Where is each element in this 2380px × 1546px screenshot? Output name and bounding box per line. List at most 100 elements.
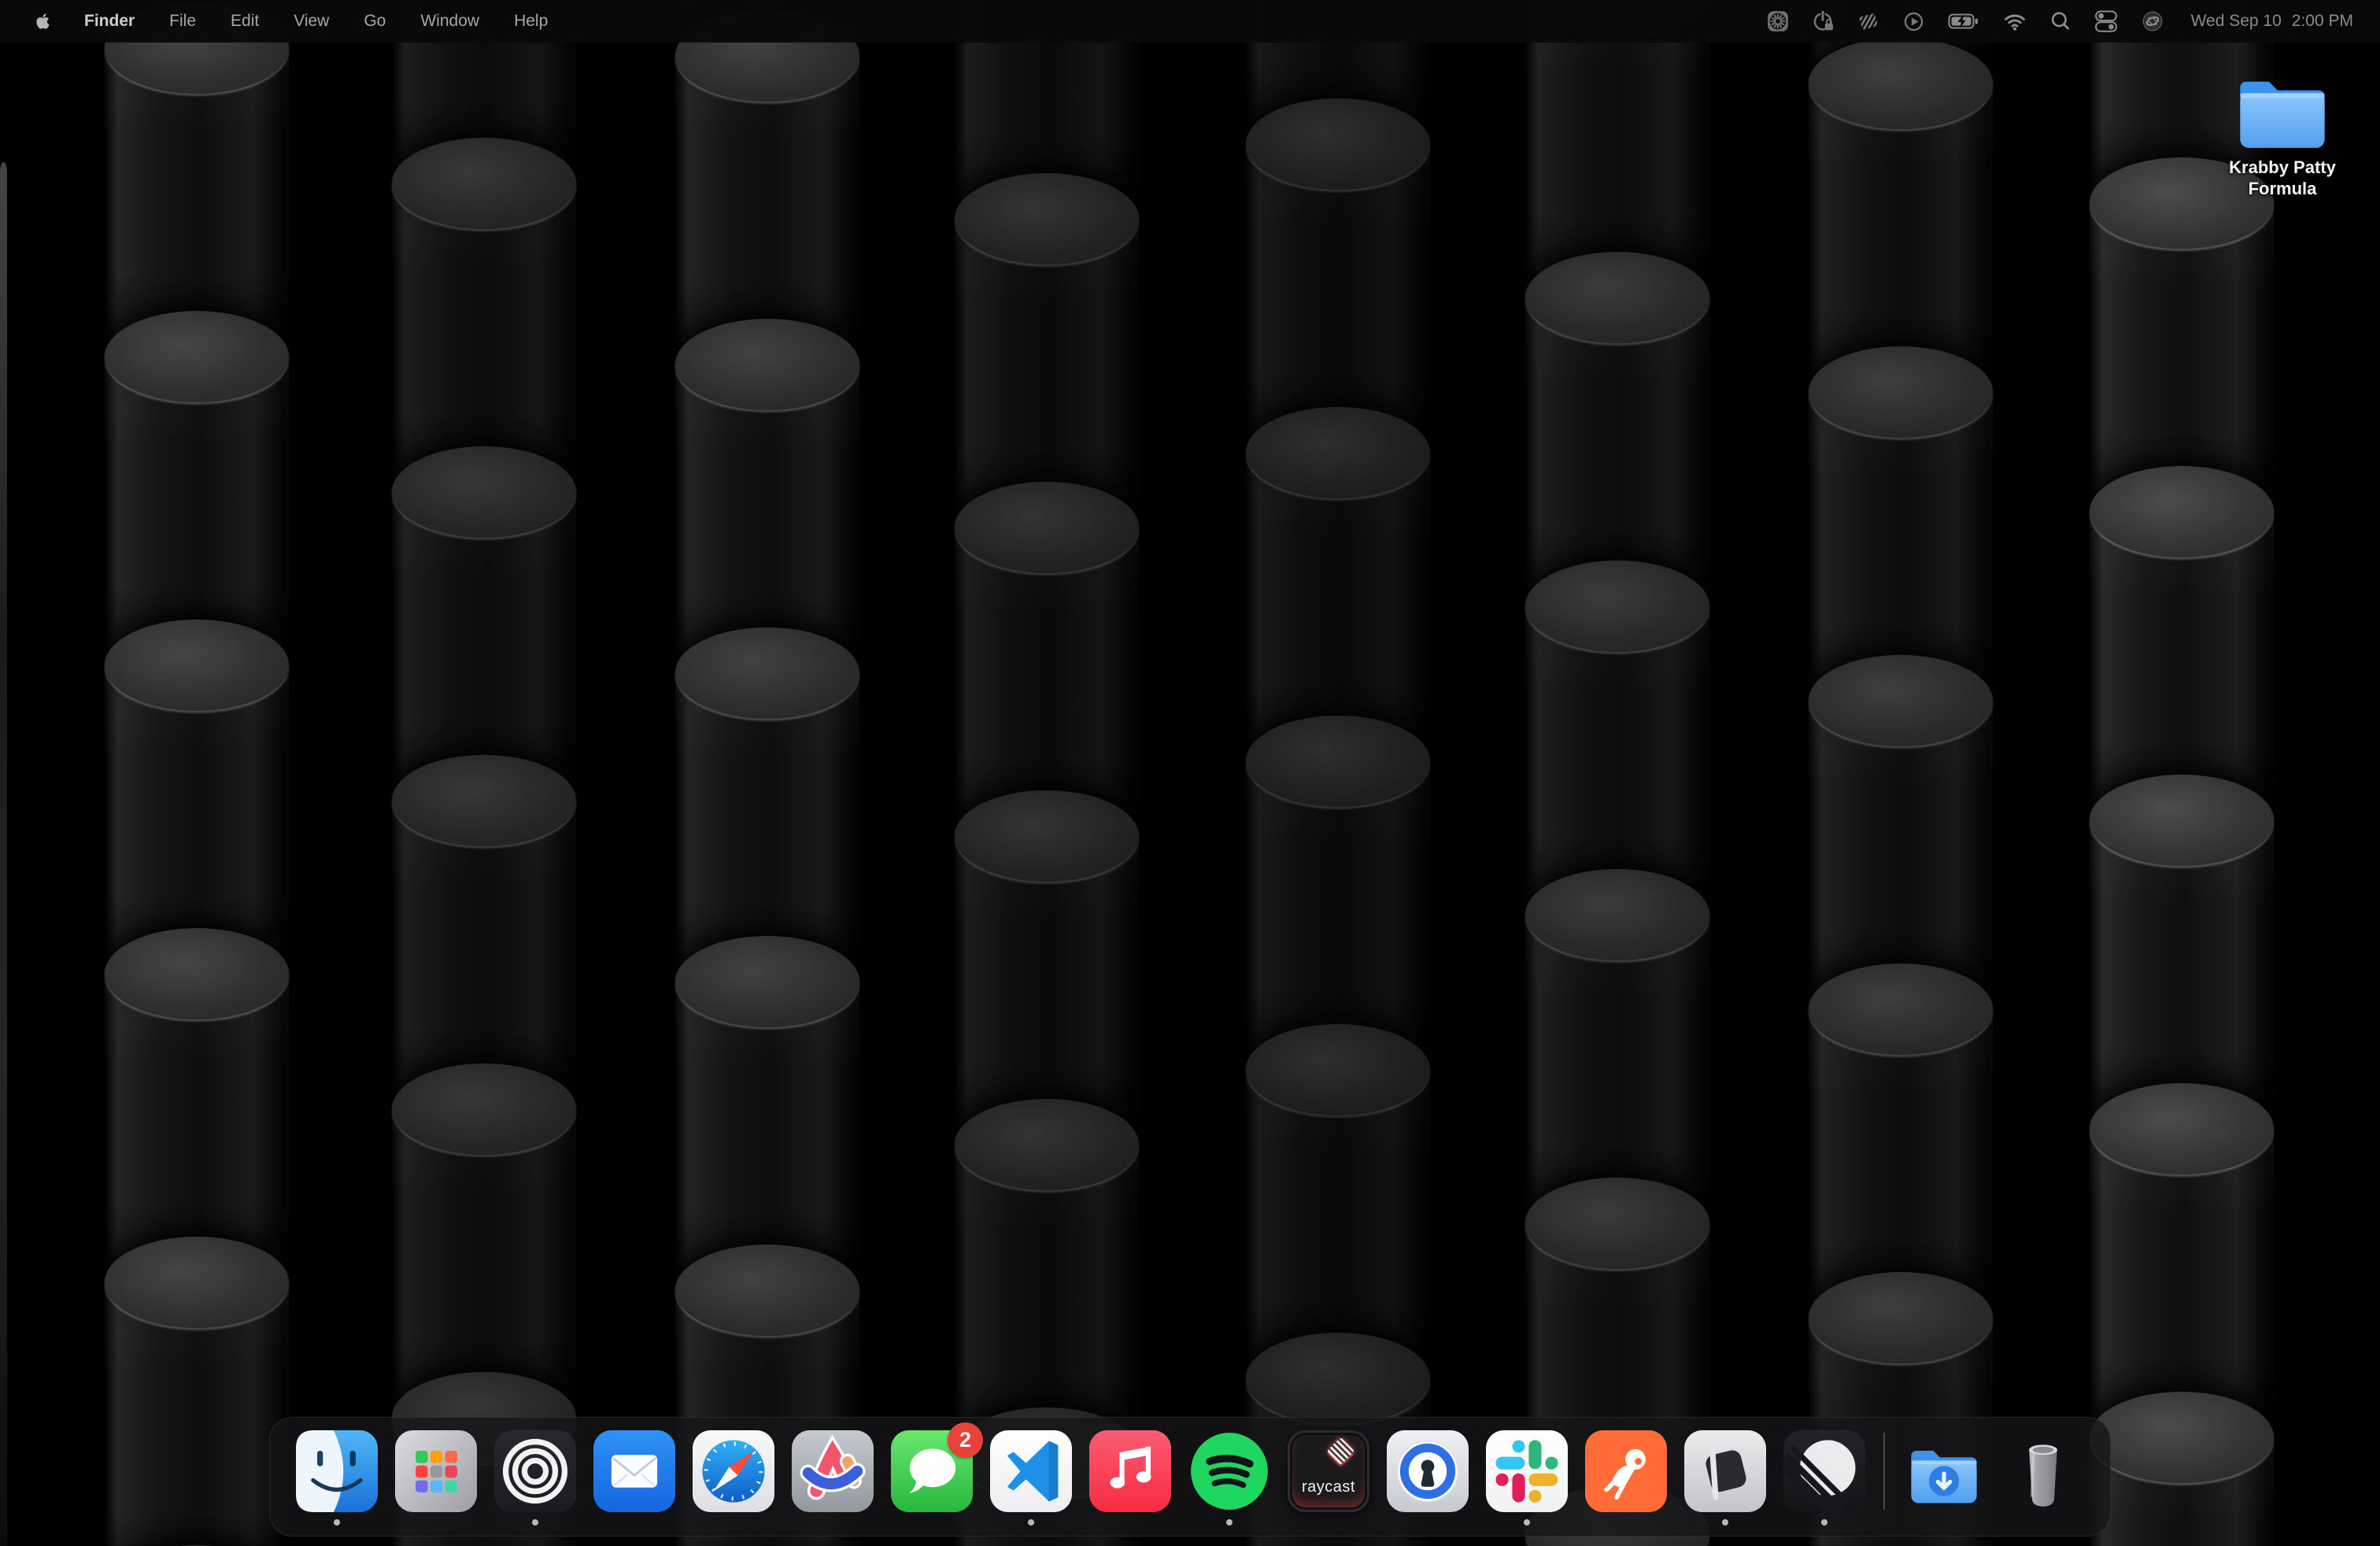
- dock-item-1password[interactable]: [1387, 1430, 1469, 1512]
- menu-bar: Finder File Edit View Go Window Help: [0, 0, 2380, 43]
- battery-icon[interactable]: [1947, 9, 1980, 33]
- cylinder-top-face: [1525, 252, 1709, 343]
- siri-icon[interactable]: [2141, 9, 2164, 33]
- cylinder-top-face: [392, 446, 576, 538]
- wallpaper-cylinder-column: [1525, 0, 1709, 1546]
- menu-bar-status-area: Wed Sep 10 2:00 PM: [1767, 9, 2380, 33]
- wifi-icon[interactable]: [2002, 9, 2027, 33]
- clock-time: 2:00 PM: [2292, 12, 2353, 31]
- cylinder-top-face: [675, 627, 859, 719]
- starburst-app-icon[interactable]: [1767, 9, 1789, 33]
- dock-item-safari[interactable]: [693, 1430, 774, 1512]
- dock-divider: [1883, 1433, 1885, 1510]
- dock-item-mail[interactable]: [593, 1430, 675, 1512]
- cylinder-top-face: [955, 1099, 1139, 1190]
- dock-item-raycast[interactable]: raycast: [1288, 1430, 1369, 1512]
- running-indicator: [1028, 1519, 1034, 1526]
- running-indicator: [1226, 1519, 1232, 1526]
- running-indicator: [1524, 1519, 1530, 1526]
- menu-item-go[interactable]: Go: [364, 12, 386, 31]
- notification-badge: 2: [948, 1422, 983, 1458]
- cylinder-top-face: [1809, 1272, 1993, 1363]
- wallpaper: [0, 0, 2380, 1546]
- wallpaper-cylinder-column: [955, 0, 1139, 1546]
- cylinder-top-face: [1809, 655, 1993, 746]
- dock-item-postman[interactable]: [1585, 1430, 1667, 1512]
- menu-item-help[interactable]: Help: [514, 12, 548, 31]
- screen-lock-icon[interactable]: [1811, 9, 1835, 33]
- cylinder-top-face: [955, 173, 1139, 264]
- dock-item-downloads[interactable]: [1903, 1430, 1985, 1512]
- menu-bar-clock[interactable]: Wed Sep 10 2:00 PM: [2191, 12, 2353, 31]
- dock-item-linear[interactable]: [1783, 1430, 1865, 1512]
- dock-item-messages[interactable]: 2: [891, 1430, 973, 1512]
- cylinder-top-face: [955, 482, 1139, 573]
- wallpaper-cylinder-column: [105, 0, 289, 1546]
- cylinder-top-face: [2090, 1392, 2274, 1483]
- wallpaper-cylinder-sliver: [0, 162, 7, 1546]
- dock-item-music[interactable]: [1089, 1430, 1171, 1512]
- cylinder-top-face: [105, 311, 289, 402]
- cylinder-top-face: [2090, 1083, 2274, 1174]
- raycast-tile: raycast: [1288, 1430, 1369, 1512]
- spotlight-search-icon[interactable]: [2049, 9, 2071, 33]
- running-indicator: [334, 1519, 340, 1526]
- cylinder-top-face: [1246, 1333, 1430, 1424]
- dock-item-arc[interactable]: [792, 1430, 874, 1512]
- dock-item-finder[interactable]: [296, 1430, 378, 1512]
- desktop-screen: Finder File Edit View Go Window Help: [0, 0, 2380, 1546]
- running-indicator: [1722, 1519, 1728, 1526]
- play-circle-icon[interactable]: [1902, 9, 1925, 33]
- dock-item-panel-app[interactable]: [1684, 1430, 1766, 1512]
- desktop-folder-label: Krabby Patty Formula: [2204, 157, 2361, 200]
- cylinder-top-face: [1809, 38, 1993, 129]
- wallpaper-cylinder-column: [2090, 0, 2274, 1546]
- apple-menu-icon[interactable]: [36, 9, 50, 33]
- dock-item-spotify[interactable]: [1188, 1430, 1270, 1512]
- cylinder-top-face: [1809, 963, 1993, 1055]
- cylinder-top-face: [2090, 775, 2274, 866]
- cylinder-top-face: [1525, 869, 1709, 960]
- dock-item-trash[interactable]: [2002, 1430, 2084, 1512]
- menu-item-edit[interactable]: Edit: [231, 12, 259, 31]
- cylinder-top-face: [675, 1245, 859, 1336]
- cylinder-top-face: [1246, 716, 1430, 807]
- cylinder-top-face: [2090, 466, 2274, 557]
- menu-item-window[interactable]: Window: [420, 12, 479, 31]
- cylinder-top-face: [675, 319, 859, 410]
- running-indicator: [532, 1519, 538, 1526]
- cylinder-top-face: [955, 790, 1139, 882]
- wallpaper-cylinder-column: [1809, 0, 1993, 1546]
- cylinder-top-face: [1525, 560, 1709, 652]
- dock-item-slack[interactable]: [1486, 1430, 1568, 1512]
- cylinder-top-face: [392, 1063, 576, 1155]
- dock-item-rings-app[interactable]: [494, 1430, 576, 1512]
- running-indicator: [1821, 1519, 1828, 1526]
- cylinder-top-face: [1246, 407, 1430, 498]
- raycast-label: raycast: [1288, 1478, 1369, 1496]
- raycast-logo-icon: [1327, 1437, 1354, 1465]
- wallpaper-cylinder-column: [392, 0, 576, 1546]
- wallpaper-cylinder-column: [1246, 0, 1430, 1546]
- dock-item-launchpad[interactable]: [395, 1430, 477, 1512]
- menu-bar-left: Finder File Edit View Go Window Help: [0, 9, 548, 33]
- control-center-icon[interactable]: [2094, 9, 2119, 33]
- cylinder-top-face: [1246, 98, 1430, 190]
- dock: 2: [269, 1417, 2111, 1537]
- cylinder-top-face: [1525, 1178, 1709, 1269]
- cylinder-top-face: [675, 936, 859, 1027]
- desktop-folder-krabby-patty[interactable]: Krabby Patty Formula: [2232, 72, 2333, 200]
- cylinder-top-face: [105, 928, 289, 1019]
- cylinder-top-face: [105, 620, 289, 711]
- cylinder-top-face: [105, 1237, 289, 1328]
- striped-badge-icon[interactable]: [1857, 9, 1880, 33]
- menu-item-view[interactable]: View: [294, 12, 329, 31]
- menu-item-finder[interactable]: Finder: [84, 12, 135, 31]
- cylinder-top-face: [392, 755, 576, 846]
- dock-item-vscode[interactable]: [990, 1430, 1072, 1512]
- wallpaper-cylinder-column: [675, 0, 859, 1546]
- cylinder-top-face: [1809, 346, 1993, 438]
- cylinder-top-face: [392, 138, 576, 229]
- menu-item-file[interactable]: File: [169, 12, 196, 31]
- folder-icon: [2234, 72, 2330, 154]
